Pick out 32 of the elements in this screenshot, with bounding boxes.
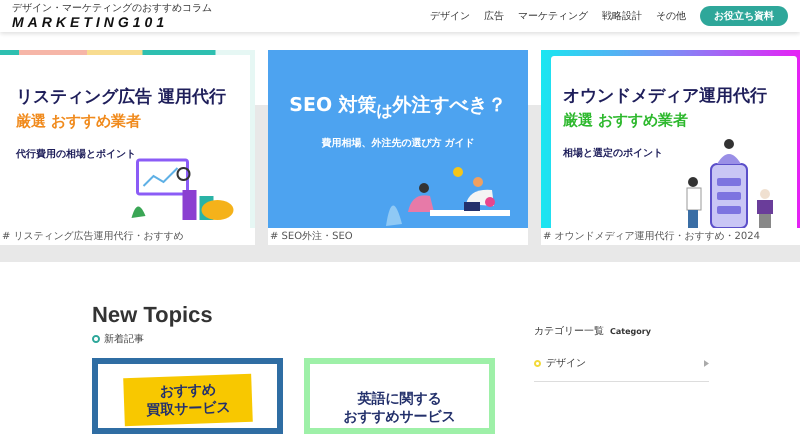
- post-title-line: おすすめ: [158, 381, 216, 400]
- category-label: デザイン: [546, 357, 587, 370]
- site-tagline: デザイン・マーケティングのおすすめコラム: [12, 2, 212, 14]
- nav-link[interactable]: その他: [656, 9, 686, 23]
- nav-link[interactable]: 広告: [484, 9, 504, 23]
- caret-icon: [704, 360, 709, 366]
- nav-link[interactable]: マーケティング: [518, 9, 588, 23]
- slide-title: オウンドメディア運用代行: [563, 85, 768, 107]
- site-logo[interactable]: MARKETING101: [12, 14, 212, 30]
- post-title-line: 買取サービス: [146, 398, 230, 420]
- slide-subtitle: 厳選 おすすめ業者: [563, 111, 690, 130]
- post-title-line: おすすめサービス: [344, 408, 456, 426]
- category-item[interactable]: デザイン: [534, 356, 709, 382]
- nav-link[interactable]: 戦略設計: [602, 9, 642, 23]
- slide-card[interactable]: リスティング広告 運用代行 厳選 おすすめ業者 代行費用の相場とポイント # リスティング広告運用代行・おすすめ: [0, 50, 255, 245]
- slide-card[interactable]: オウンドメディア運用代行 厳選 おすすめ業者 相場と選定のポイント # オウンドメディア運用代行・おすすめ・2024: [541, 50, 800, 245]
- post-thumbnail[interactable]: 英語に関する おすすめサービス: [304, 358, 495, 434]
- slide-subtitle: 費用相場、外注先の選び方 ガイド: [321, 136, 475, 150]
- slide-title: リスティング広告 運用代行: [16, 86, 227, 108]
- post-title-line: 英語に関する: [356, 390, 442, 408]
- slide-title: SEO 対策$_{は}$外注すべき？: [289, 93, 507, 122]
- sidebar-heading-en: Category: [610, 327, 651, 336]
- slide-note: 相場と選定のポイント: [563, 146, 664, 160]
- post-thumbnail[interactable]: おすすめ 買取サービス: [92, 358, 283, 434]
- slide-tag[interactable]: # オウンドメディア運用代行・おすすめ・2024: [541, 228, 800, 245]
- ring-icon: [92, 335, 100, 343]
- section-subheading: 新着記事: [104, 332, 144, 346]
- slide-subtitle: 厳選 おすすめ業者: [16, 112, 142, 131]
- sidebar-heading: カテゴリー一覧: [534, 325, 604, 338]
- slide-note: 代行費用の相場とポイント: [16, 148, 137, 161]
- section-heading: New Topics: [92, 302, 214, 328]
- nav-link[interactable]: デザイン: [430, 9, 470, 23]
